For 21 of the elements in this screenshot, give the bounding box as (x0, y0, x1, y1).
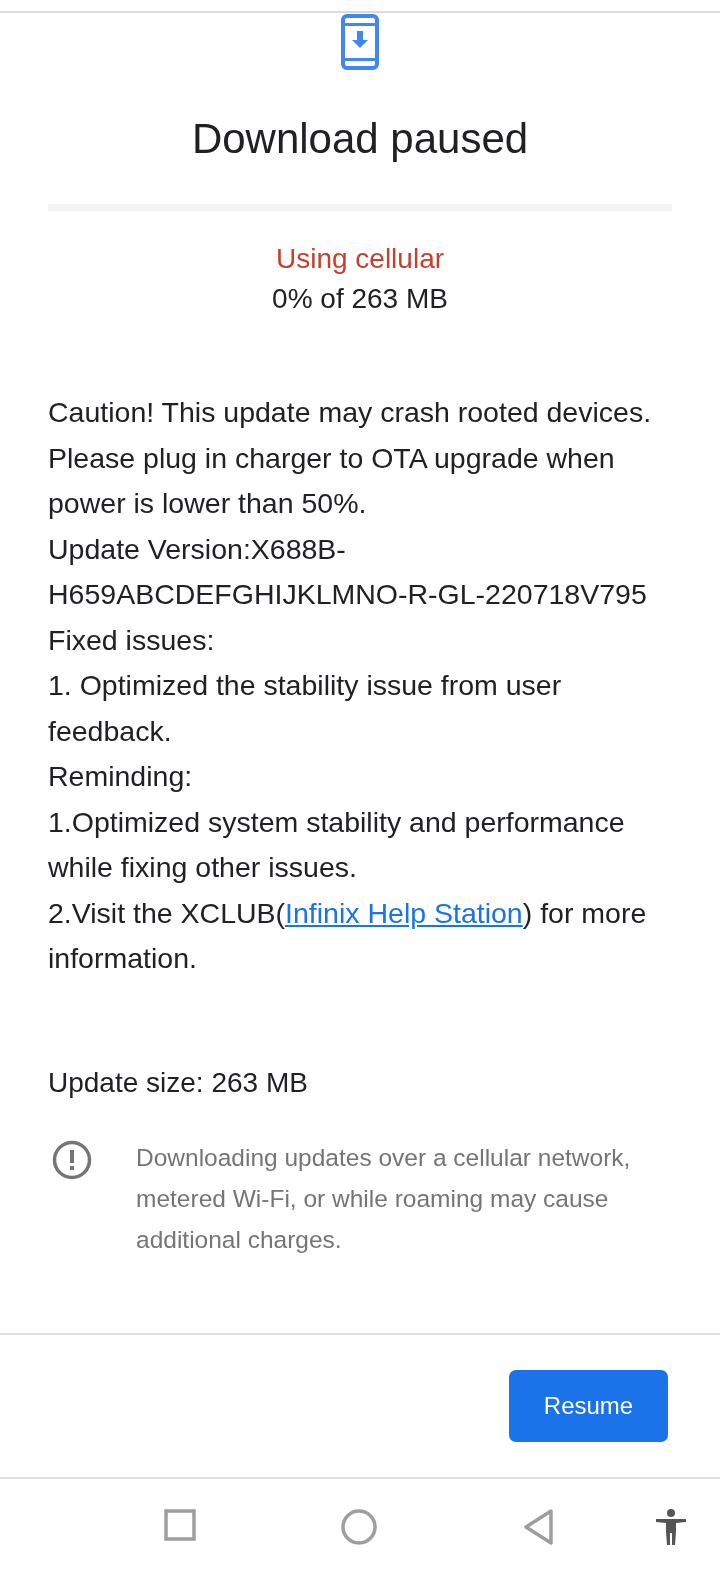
phone-download-icon (341, 14, 379, 70)
update-note: Caution! This update may crash rooted devices. (48, 395, 653, 430)
update-note: Update Version:X688B-H659ABCDEFGHIJKLMNO-R-GL-220718V795 (48, 531, 648, 612)
back-icon[interactable] (523, 1509, 553, 1545)
resume-button[interactable]: Resume (509, 1370, 668, 1442)
accessibility-icon[interactable] (655, 1509, 687, 1545)
update-note: 1.Optimized system stability and performance while fixing other issues. (48, 804, 626, 885)
update-note: Please plug in charger to OTA upgrade when power is lower than 50%. (48, 440, 616, 521)
charges-notice: Downloading updates over a cellular network, metered Wi-Fi, or while roaming may cause additional charges. (136, 1142, 632, 1255)
help-link[interactable]: Infinix Help Station (285, 896, 523, 929)
update-note: Fixed issues: (48, 622, 216, 658)
progress-text: 0% of 263 MB (271, 284, 449, 314)
update-note: 2.Visit the XCLUB(Infinix Help Station) for more information. (48, 895, 648, 976)
update-note: Reminding: (48, 759, 194, 794)
info-icon (52, 1139, 92, 1180)
dialog-title: Download paused (190, 114, 530, 164)
update-note: 1. Optimized the stability issue from user feedback. (48, 668, 563, 749)
home-icon[interactable] (341, 1509, 377, 1545)
recents-icon[interactable] (164, 1509, 196, 1541)
network-status: Using cellular (274, 244, 446, 274)
update-size: Update size: 263 MB (48, 1065, 309, 1100)
